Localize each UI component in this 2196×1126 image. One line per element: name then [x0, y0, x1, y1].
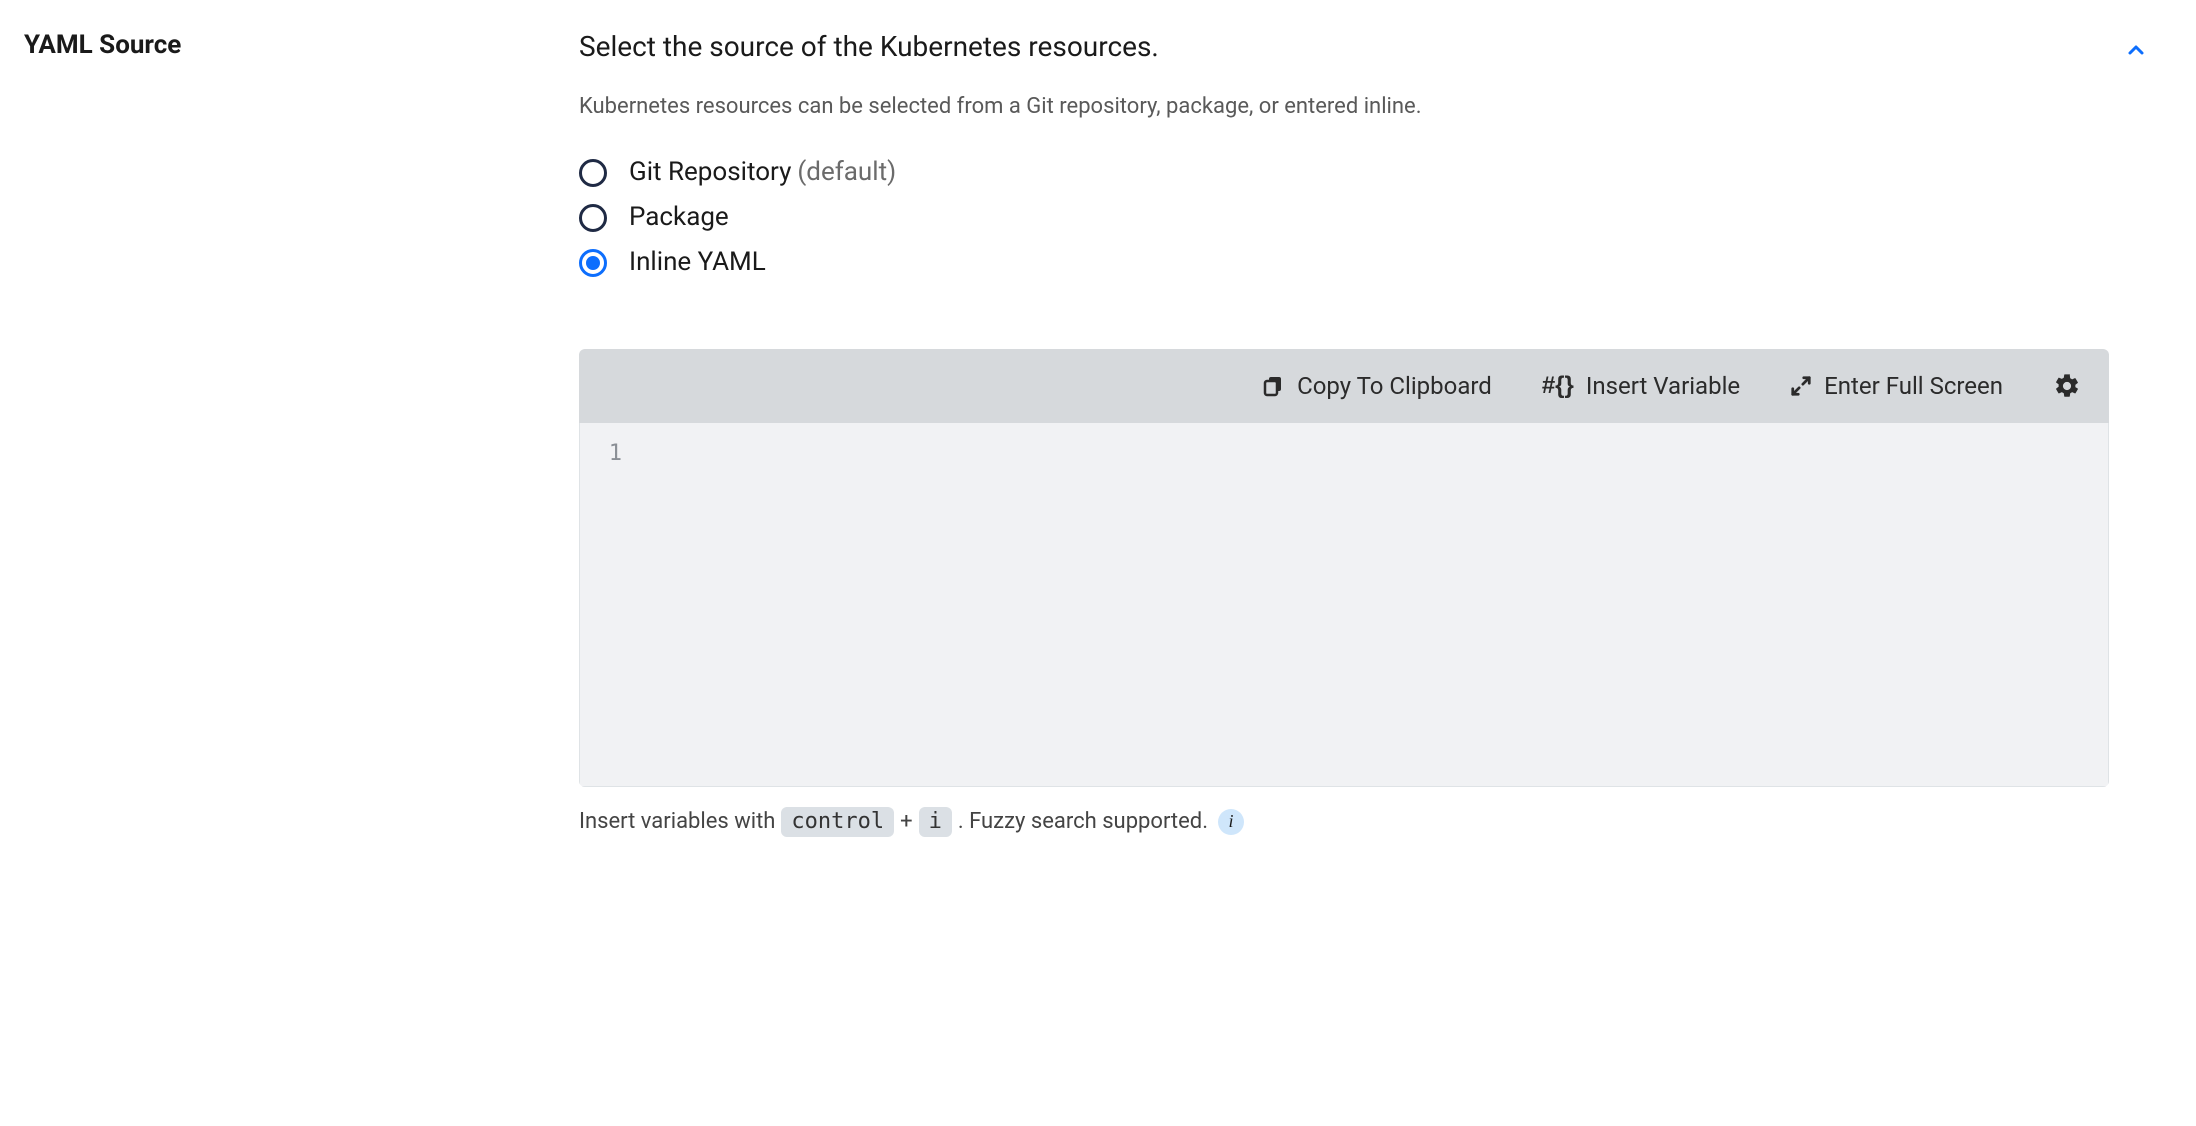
editor-footer-hint: Insert variables with control + i . Fuzz…: [579, 807, 2152, 837]
copy-icon: [1261, 374, 1285, 398]
radio-option-package[interactable]: Package: [579, 202, 2152, 233]
radio-icon: [579, 159, 607, 187]
section-title: Select the source of the Kubernetes reso…: [579, 30, 1159, 63]
radio-label: Inline YAML: [629, 247, 766, 278]
editor-settings-button[interactable]: [2053, 372, 2081, 400]
radio-label: Package: [629, 202, 729, 233]
kbd-i: i: [919, 807, 952, 837]
info-icon[interactable]: i: [1218, 809, 1244, 835]
radio-label: Git Repository: [629, 157, 791, 188]
gear-icon: [2053, 372, 2081, 400]
kbd-control: control: [781, 807, 894, 837]
hint-suffix: . Fuzzy search supported.: [958, 809, 1208, 834]
section-label: YAML Source: [24, 30, 579, 60]
radio-icon-selected: [579, 249, 607, 277]
editor-gutter: 1: [580, 423, 632, 786]
hint-prefix: Insert variables with: [579, 809, 775, 834]
fullscreen-label: Enter Full Screen: [1824, 372, 2003, 400]
insert-variable-button[interactable]: #{} Insert Variable: [1542, 372, 1740, 400]
collapse-button[interactable]: [2120, 34, 2152, 66]
fullscreen-button[interactable]: Enter Full Screen: [1790, 372, 2003, 400]
chevron-up-icon: [2124, 38, 2148, 62]
code-editor[interactable]: 1: [579, 423, 2109, 787]
fullscreen-icon: [1790, 375, 1812, 397]
editor-panel: Copy To Clipboard #{} Insert Variable En…: [579, 349, 2109, 787]
radio-option-inline-yaml[interactable]: Inline YAML: [579, 247, 2152, 278]
code-area[interactable]: [632, 423, 2108, 786]
insert-variable-label: Insert Variable: [1586, 372, 1740, 400]
copy-label: Copy To Clipboard: [1297, 372, 1492, 400]
radio-option-git[interactable]: Git Repository (default): [579, 157, 2152, 188]
radio-hint: (default): [797, 157, 896, 188]
radio-icon: [579, 204, 607, 232]
copy-to-clipboard-button[interactable]: Copy To Clipboard: [1261, 372, 1492, 400]
hint-plus: +: [900, 809, 912, 834]
variable-icon: #{}: [1542, 372, 1574, 400]
line-number: 1: [580, 441, 622, 466]
source-radio-group: Git Repository (default) Package Inline …: [579, 157, 2152, 279]
editor-toolbar: Copy To Clipboard #{} Insert Variable En…: [579, 349, 2109, 423]
section-help-text: Kubernetes resources can be selected fro…: [579, 94, 2152, 119]
